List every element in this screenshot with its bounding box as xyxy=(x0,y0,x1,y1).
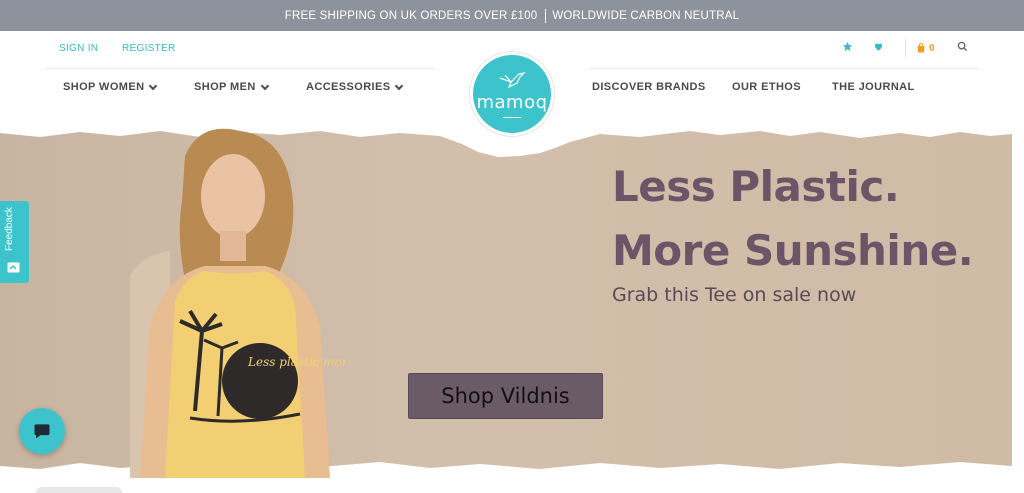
feedback-icon xyxy=(7,262,20,273)
nav-accessories[interactable]: ACCESSORIES xyxy=(306,81,404,93)
mamoq-logo[interactable]: mamoq xyxy=(470,52,554,136)
nav-the-journal[interactable]: THE JOURNAL xyxy=(832,81,915,93)
register-link[interactable]: REGISTER xyxy=(122,43,176,54)
chevron-down-icon xyxy=(149,81,158,90)
nav-discover-brands[interactable]: DISCOVER BRANDS xyxy=(592,81,706,93)
feedback-tab[interactable]: Feedback xyxy=(0,201,29,283)
heart-icon xyxy=(874,43,883,51)
chat-widget-button[interactable] xyxy=(19,408,65,454)
header-divider-right xyxy=(588,68,980,69)
nav-the-journal-label: THE JOURNAL xyxy=(832,81,915,93)
hero-headline-line2: More Sunshine. xyxy=(612,226,974,275)
nav-shop-women[interactable]: SHOP WOMEN xyxy=(63,81,158,93)
carbon-announcement: WORLDWIDE CARBON NEUTRAL xyxy=(552,9,740,22)
page-right-gutter xyxy=(1012,31,1024,493)
search-button[interactable] xyxy=(957,41,968,52)
logo-text: mamoq xyxy=(476,92,548,113)
model-photo: Less plastic more fantastic xyxy=(130,128,345,478)
cart-button[interactable]: 0 xyxy=(905,39,935,57)
bottom-tab-peek xyxy=(36,487,122,493)
chevron-down-icon xyxy=(260,81,269,90)
chat-bubble-icon xyxy=(34,424,50,439)
star-icon xyxy=(842,41,853,52)
sign-in-link[interactable]: SIGN IN xyxy=(59,43,98,54)
hero-banner: Less plastic more fantastic Less Plastic… xyxy=(0,126,1012,478)
nav-discover-brands-label: DISCOVER BRANDS xyxy=(592,81,706,93)
shipping-announcement: FREE SHIPPING ON UK ORDERS OVER £100 xyxy=(284,9,538,22)
announcement-bar: FREE SHIPPING ON UK ORDERS OVER £100 WOR… xyxy=(0,0,1024,31)
nav-shop-men-label: SHOP MEN xyxy=(194,81,256,93)
nav-our-ethos[interactable]: OUR ETHOS xyxy=(732,81,801,93)
announcement-divider xyxy=(545,8,547,23)
cart-count: 0 xyxy=(929,42,935,54)
shop-vildnis-button[interactable]: Shop Vildnis xyxy=(408,373,603,419)
feedback-label: Feedback xyxy=(4,207,15,251)
wishlist-star-button[interactable] xyxy=(842,41,853,52)
search-icon xyxy=(957,41,968,52)
tee-print-text: Less plastic more fantastic xyxy=(247,355,345,369)
nav-our-ethos-label: OUR ETHOS xyxy=(732,81,801,93)
nav-accessories-label: ACCESSORIES xyxy=(306,81,391,93)
hero-subheadline: Grab this Tee on sale now xyxy=(612,284,857,306)
shopping-bag-icon xyxy=(917,43,925,53)
hero-headline-line1: Less Plastic. xyxy=(612,162,900,211)
nav-shop-men[interactable]: SHOP MEN xyxy=(194,81,269,93)
chevron-down-icon xyxy=(395,81,404,90)
header-divider-left xyxy=(44,68,436,69)
nav-shop-women-label: SHOP WOMEN xyxy=(63,81,145,93)
logo-underline xyxy=(503,117,521,118)
bird-icon xyxy=(499,72,526,89)
favourites-heart-button[interactable] xyxy=(873,41,884,52)
